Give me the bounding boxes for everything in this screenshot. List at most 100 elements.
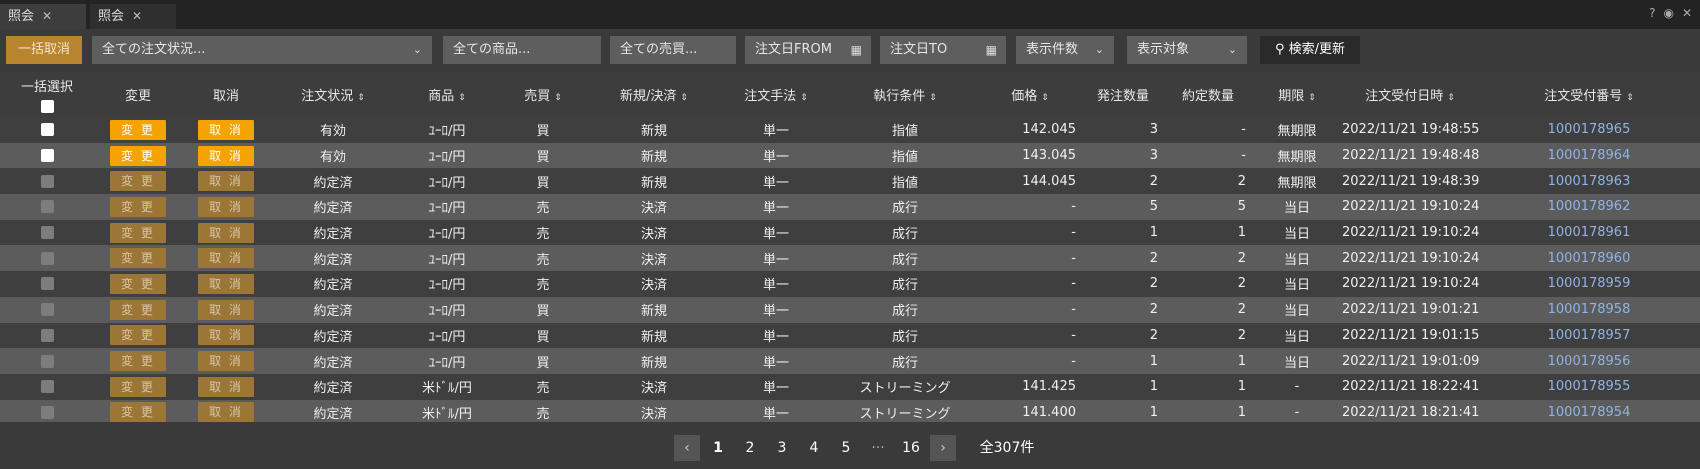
search-refresh-label: 検索/更新 <box>1288 42 1346 57</box>
help-icon[interactable]: ? <box>1649 6 1655 20</box>
header-received-at[interactable]: 注文受付日時 ⇕ <box>1342 72 1478 117</box>
row-checkbox <box>40 200 54 214</box>
order-number-link[interactable]: 1000178963 <box>1548 174 1631 189</box>
sort-icon: ⇕ <box>554 93 562 103</box>
header-product[interactable]: 商品 ⇕ <box>396 72 498 117</box>
close-icon[interactable]: ✕ <box>1682 6 1692 20</box>
date-from-input[interactable]: 注文日FROM ▦ <box>745 36 871 64</box>
price-cell: 141.425 <box>978 373 1082 400</box>
page-16[interactable]: 16 <box>898 435 924 461</box>
header-order-no[interactable]: 注文受付番号 ⇕ <box>1478 72 1700 117</box>
condition-cell: 成行 <box>832 245 978 272</box>
condition-cell: 成行 <box>832 194 978 220</box>
filled-qty-cell: 1 <box>1164 399 1252 422</box>
new-close-cell: 新規 <box>588 142 720 169</box>
status-cell: 有効 <box>270 142 396 169</box>
page-3[interactable]: 3 <box>772 435 792 461</box>
product-cell: 米ﾄﾞﾙ/円 <box>396 373 498 400</box>
cancel-button: 取 消 <box>198 248 254 269</box>
orders-table: 一括選択 変更 取消 注文状況 ⇕ 商品 ⇕ 売買 ⇕ 新規/決済 ⇕ 注文手法 ⇕ 執行… <box>0 72 1700 422</box>
page-4[interactable]: 4 <box>804 435 824 461</box>
close-icon[interactable]: ✕ <box>132 9 142 23</box>
order-number-link[interactable]: 1000178962 <box>1548 199 1631 214</box>
date-from-placeholder: 注文日FROM <box>755 42 832 57</box>
tab-order-inquiry[interactable]: 照会 ✕ <box>0 4 86 29</box>
side-cell: 売 <box>498 245 588 272</box>
order-number-link[interactable]: 1000178960 <box>1548 251 1631 266</box>
cancel-cell: 取 消 <box>182 194 270 220</box>
close-icon[interactable]: ✕ <box>42 9 52 23</box>
expiry-cell: 無期限 <box>1252 142 1342 169</box>
order-number-link[interactable]: 1000178958 <box>1548 302 1631 317</box>
modify-cell: 変 更 <box>94 271 182 297</box>
header-new-close[interactable]: 新規/決済 ⇕ <box>588 72 720 117</box>
received-at-cell: 2022/11/21 19:01:21 <box>1342 296 1479 323</box>
order-number-link[interactable]: 1000178961 <box>1548 225 1631 240</box>
header-side[interactable]: 売買 ⇕ <box>498 72 588 117</box>
product-cell: ﾕｰﾛ/円 <box>396 348 498 374</box>
search-refresh-button[interactable]: ⚲ 検索/更新 <box>1260 36 1360 64</box>
header-label: 期限 <box>1278 89 1305 104</box>
order-number-link[interactable]: 1000178954 <box>1548 405 1631 420</box>
order-number-link[interactable]: 1000178959 <box>1548 276 1631 291</box>
modify-button[interactable]: 変 更 <box>110 119 166 140</box>
display-count-dropdown[interactable]: 表示件数 ⌄ <box>1016 36 1114 64</box>
side-cell: 売 <box>498 219 588 246</box>
order-number-link[interactable]: 1000178964 <box>1548 148 1631 163</box>
select-all-checkbox[interactable] <box>40 99 54 113</box>
eye-icon[interactable]: ◉ <box>1663 6 1673 20</box>
table-row: 変 更取 消約定済 ﾕｰﾛ/円買新規 単一 成行 -2 2 当日 2022/11/21 19:… <box>0 322 1700 349</box>
cancel-button[interactable]: 取 消 <box>198 119 254 140</box>
row-checkbox[interactable] <box>40 123 54 137</box>
header-condition[interactable]: 執行条件 ⇕ <box>832 72 978 117</box>
modify-cell: 変 更 <box>94 399 182 422</box>
cancel-cell: 取 消 <box>182 245 270 272</box>
order-no-cell: 1000178954 <box>1478 399 1700 422</box>
date-to-input[interactable]: 注文日TO ▦ <box>880 36 1006 64</box>
cancel-button[interactable]: 取 消 <box>198 145 254 166</box>
display-target-dropdown[interactable]: 表示対象 ⌄ <box>1127 36 1247 64</box>
cancel-cell: 取 消 <box>182 373 270 400</box>
new-close-cell: 決済 <box>588 219 720 246</box>
row-checkbox[interactable] <box>40 149 54 163</box>
tab-inquiry-2[interactable]: 照会 ✕ <box>90 4 176 29</box>
method-cell: 単一 <box>720 296 832 323</box>
condition-cell: ストリーミング <box>832 399 978 422</box>
modify-cell: 変 更 <box>94 142 182 169</box>
page-2[interactable]: 2 <box>740 435 760 461</box>
order-no-cell: 1000178959 <box>1478 271 1700 297</box>
expiry-cell: 当日 <box>1252 271 1342 297</box>
modify-cell: 変 更 <box>94 194 182 220</box>
header-expiry[interactable]: 期限 ⇕ <box>1252 72 1342 117</box>
prev-page-button[interactable]: ‹ <box>674 435 700 461</box>
order-number-link[interactable]: 1000178965 <box>1548 122 1631 137</box>
cancel-cell: 取 消 <box>182 271 270 297</box>
new-close-cell: 決済 <box>588 399 720 422</box>
order-number-link[interactable]: 1000178955 <box>1548 379 1631 394</box>
product-select[interactable]: 全ての商品... <box>443 36 601 64</box>
filter-toolbar: 一括取消 全ての注文状況... ⌄ 全ての商品... 全ての売買... 注文日F… <box>0 30 1700 72</box>
next-page-button[interactable]: › <box>930 435 956 461</box>
bulk-cancel-button[interactable]: 一括取消 <box>6 36 82 64</box>
header-price[interactable]: 価格 ⇕ <box>978 72 1082 117</box>
order-no-cell: 1000178960 <box>1478 245 1700 272</box>
order-qty-cell: 1 <box>1082 399 1164 422</box>
modify-button[interactable]: 変 更 <box>110 145 166 166</box>
order-status-select[interactable]: 全ての注文状況... ⌄ <box>92 36 432 64</box>
order-number-link[interactable]: 1000178957 <box>1548 328 1631 343</box>
row-checkbox <box>40 303 54 317</box>
header-label: 注文受付番号 <box>1544 89 1623 104</box>
display-target-label: 表示対象 <box>1137 42 1190 57</box>
page-1[interactable]: 1 <box>708 435 728 461</box>
display-count-label: 表示件数 <box>1026 42 1079 57</box>
order-number-link[interactable]: 1000178956 <box>1548 354 1631 369</box>
header-status[interactable]: 注文状況 ⇕ <box>270 72 396 117</box>
order-rows: 変 更取 消有効 ﾕｰﾛ/円買新規 単一 指値 142.045 3- 無期限 2022/11/… <box>0 117 1700 422</box>
page-5[interactable]: 5 <box>836 435 856 461</box>
calendar-icon[interactable]: ▦ <box>986 36 997 64</box>
side-select[interactable]: 全ての売買... <box>610 36 736 64</box>
calendar-icon[interactable]: ▦ <box>851 36 862 64</box>
modify-button: 変 更 <box>110 376 166 397</box>
header-method[interactable]: 注文手法 ⇕ <box>720 72 832 117</box>
order-qty-cell: 2 <box>1082 245 1164 272</box>
